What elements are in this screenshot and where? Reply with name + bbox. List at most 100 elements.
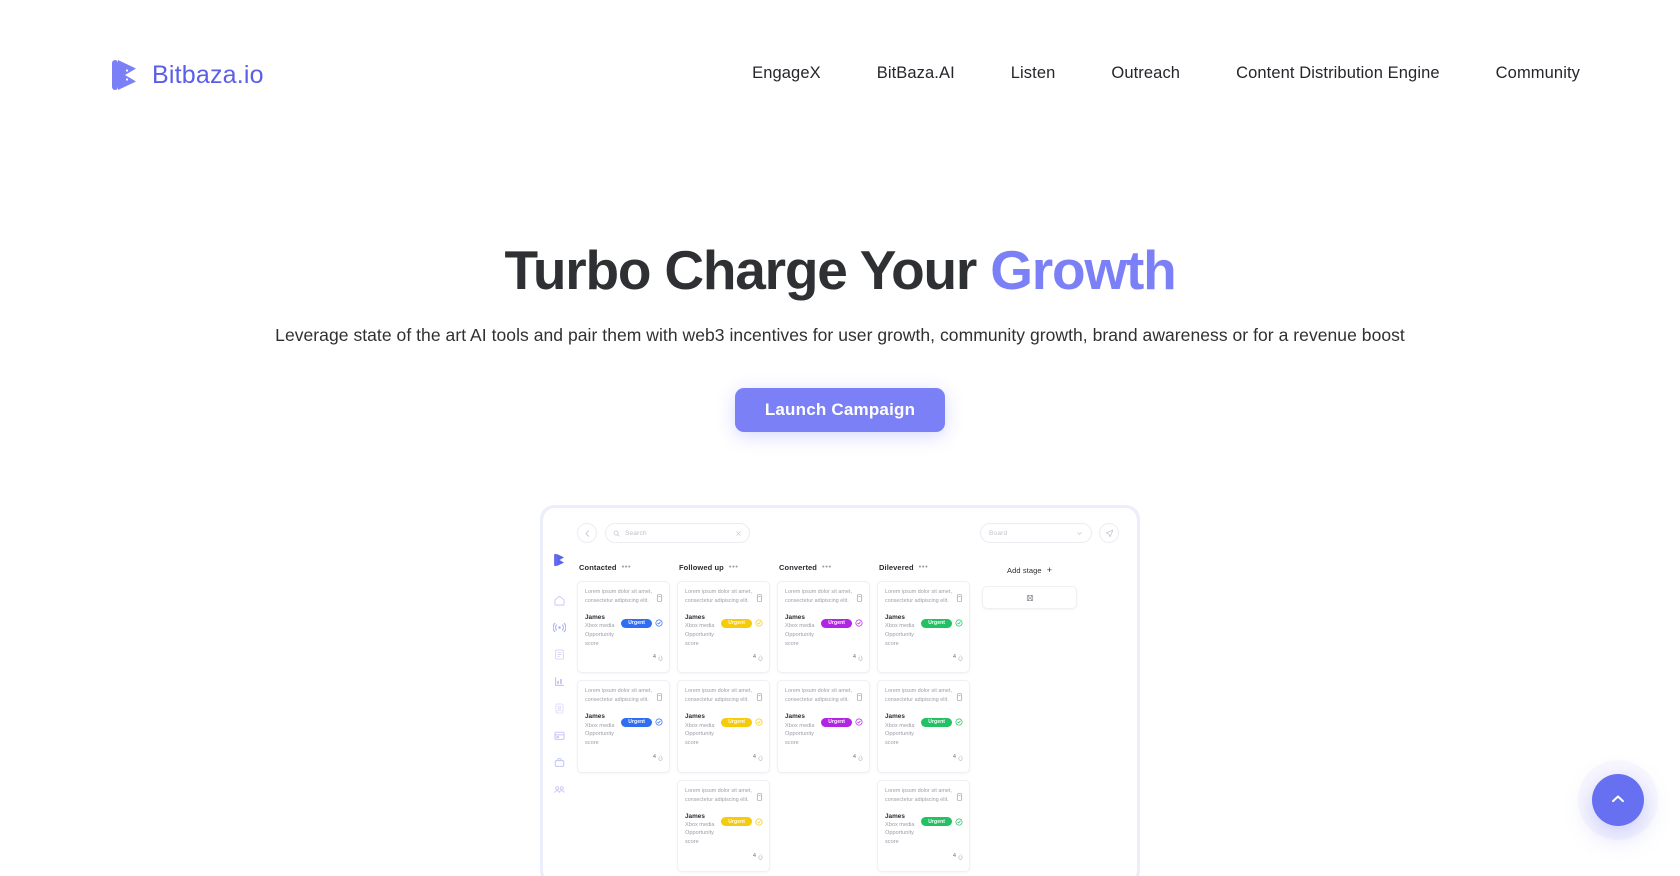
board-card[interactable]: Lorem ipsum dolor sit amet, consectetur … xyxy=(577,581,670,674)
board-column-dilevered: Dilevered ••• Lorem ipsum dolor sit amet… xyxy=(877,558,970,876)
status-badge[interactable]: Urgent xyxy=(821,618,852,628)
check-circle-icon[interactable] xyxy=(855,614,863,632)
chevron-down-icon xyxy=(1076,524,1083,542)
board-card[interactable]: Lorem ipsum dolor sit amet, consectetur … xyxy=(877,581,970,674)
status-badge[interactable]: Urgent xyxy=(821,717,852,727)
send-icon[interactable] xyxy=(1099,523,1119,543)
document-icon[interactable] xyxy=(553,648,566,661)
user-badge-icon[interactable] xyxy=(553,702,566,715)
broadcast-icon[interactable] xyxy=(552,621,566,634)
arrow-left-icon[interactable] xyxy=(577,523,597,543)
board-card[interactable]: Lorem ipsum dolor sit amet, consectetur … xyxy=(577,680,670,773)
board-card[interactable]: Lorem ipsum dolor sit amet, consectetur … xyxy=(777,581,870,674)
column-menu-icon[interactable]: ••• xyxy=(729,563,739,570)
chart-icon[interactable] xyxy=(553,675,566,688)
status-badge[interactable]: Urgent xyxy=(721,817,752,826)
file-icon[interactable] xyxy=(756,787,763,806)
board-card[interactable]: Lorem ipsum dolor sit amet, consectetur … xyxy=(877,680,970,773)
scroll-to-top-button[interactable] xyxy=(1592,774,1644,826)
brand-name: Bitbaza.io xyxy=(152,60,264,89)
launch-campaign-button[interactable]: Launch Campaign xyxy=(734,387,946,432)
column-cards: Lorem ipsum dolor sit amet, consectetur … xyxy=(877,576,970,876)
card-score-value: 4 xyxy=(952,852,956,859)
add-stage-dropzone[interactable] xyxy=(982,586,1077,609)
card-score-row: 4 xyxy=(685,748,763,766)
home-icon[interactable] xyxy=(553,594,566,607)
card-bottom: James Xbox media Opportunity score Urgen… xyxy=(585,712,663,747)
nav-item-content-distribution-engine[interactable]: Content Distribution Engine xyxy=(1236,58,1440,89)
board-column-followed-up: Followed up ••• Lorem ipsum dolor sit am… xyxy=(677,558,770,876)
hero-title-main: Turbo Charge Your xyxy=(504,239,991,301)
card-meta: James Xbox media Opportunity score xyxy=(785,613,821,648)
check-circle-icon[interactable] xyxy=(655,713,663,731)
card-score-value: 4 xyxy=(852,753,856,760)
status-badge[interactable]: Urgent xyxy=(721,717,752,727)
check-circle-icon[interactable] xyxy=(955,813,963,831)
column-menu-icon[interactable]: ••• xyxy=(622,563,632,570)
file-icon[interactable] xyxy=(956,687,963,706)
file-icon[interactable] xyxy=(856,588,863,607)
status-badge[interactable]: Urgent xyxy=(921,717,952,727)
board-card[interactable]: Lorem ipsum dolor sit amet, consectetur … xyxy=(677,779,770,872)
card-person-name: James xyxy=(885,812,905,820)
check-circle-icon[interactable] xyxy=(855,713,863,731)
card-score-value: 4 xyxy=(952,753,956,760)
card-bottom: James Xbox media Opportunity score Urgen… xyxy=(785,613,863,648)
add-stage-button[interactable]: Add stage + xyxy=(982,561,1077,579)
card-score-value: 4 xyxy=(852,654,856,661)
card-person-name: James xyxy=(685,614,705,621)
status-badge[interactable]: Urgent xyxy=(921,817,952,826)
nav-item-bitbaza-ai[interactable]: BitBaza.AI xyxy=(877,58,955,89)
status-badge[interactable]: Urgent xyxy=(621,618,652,628)
nav-item-listen[interactable]: Listen xyxy=(1011,58,1056,89)
card-person-name: James xyxy=(585,614,605,621)
file-icon[interactable] xyxy=(956,588,963,607)
column-title: Contacted xyxy=(579,562,617,572)
check-circle-icon[interactable] xyxy=(755,713,763,731)
card-bottom: James Xbox media Opportunity score Urgen… xyxy=(885,712,963,747)
team-icon[interactable] xyxy=(553,783,566,796)
column-menu-icon[interactable]: ••• xyxy=(822,563,832,570)
briefcase-icon[interactable] xyxy=(553,756,566,769)
calendar-icon[interactable] xyxy=(553,729,566,742)
column-header: Followed up ••• xyxy=(677,558,770,576)
status-badge[interactable]: Urgent xyxy=(621,717,652,727)
card-score-row: 4 xyxy=(785,748,863,766)
status-badge[interactable]: Urgent xyxy=(921,618,952,628)
column-header: Converted ••• xyxy=(777,558,870,576)
file-icon[interactable] xyxy=(756,687,763,706)
card-top: Lorem ipsum dolor sit amet, consectetur … xyxy=(885,787,963,806)
board-select[interactable]: Board xyxy=(980,523,1092,543)
file-icon[interactable] xyxy=(656,588,663,607)
hero-title-accent: Growth xyxy=(990,239,1176,301)
nav-item-outreach[interactable]: Outreach xyxy=(1111,58,1180,89)
app-sidebar xyxy=(543,508,575,876)
card-right: Urgent xyxy=(921,812,963,831)
check-circle-icon[interactable] xyxy=(655,614,663,632)
board-card[interactable]: Lorem ipsum dolor sit amet, consectetur … xyxy=(877,779,970,872)
check-circle-icon[interactable] xyxy=(755,614,763,632)
nav-item-community[interactable]: Community xyxy=(1496,58,1580,89)
board-card[interactable]: Lorem ipsum dolor sit amet, consectetur … xyxy=(677,680,770,773)
card-description: Lorem ipsum dolor sit amet, consectetur … xyxy=(685,688,752,704)
card-meta: James Xbox media Opportunity score xyxy=(885,812,921,847)
card-org: Xbox media xyxy=(585,722,615,729)
board-card[interactable]: Lorem ipsum dolor sit amet, consectetur … xyxy=(777,680,870,773)
file-icon[interactable] xyxy=(856,687,863,706)
search-input[interactable]: Search xyxy=(605,523,750,543)
check-circle-icon[interactable] xyxy=(755,813,763,831)
card-person-name: James xyxy=(785,713,805,721)
brand-logo[interactable]: Bitbaza.io xyxy=(112,58,264,92)
column-menu-icon[interactable]: ••• xyxy=(919,563,929,570)
status-badge[interactable]: Urgent xyxy=(721,618,752,628)
check-circle-icon[interactable] xyxy=(955,713,963,731)
close-icon[interactable] xyxy=(735,524,742,542)
file-icon[interactable] xyxy=(656,687,663,706)
file-icon[interactable] xyxy=(956,787,963,806)
board-column-converted: Converted ••• Lorem ipsum dolor sit amet… xyxy=(777,558,870,876)
check-circle-icon[interactable] xyxy=(955,614,963,632)
file-icon[interactable] xyxy=(756,588,763,607)
nav-item-engagex[interactable]: EngageX xyxy=(752,58,821,89)
board-card[interactable]: Lorem ipsum dolor sit amet, consectetur … xyxy=(677,581,770,674)
card-top: Lorem ipsum dolor sit amet, consectetur … xyxy=(685,787,763,806)
